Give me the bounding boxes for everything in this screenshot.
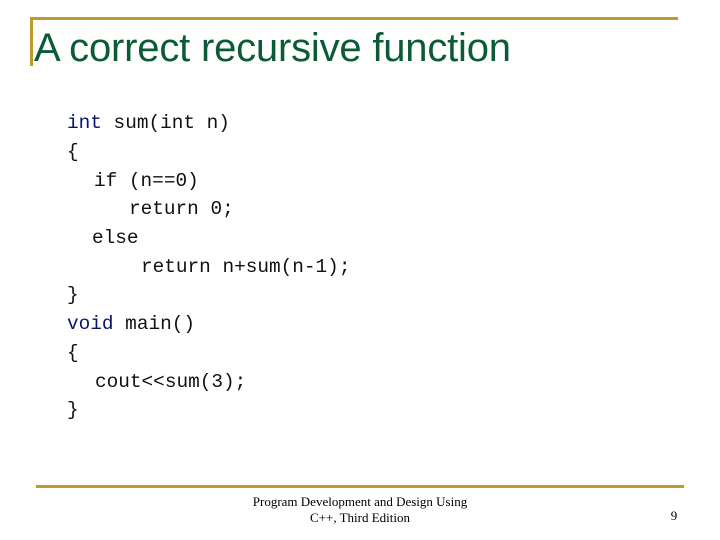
code-line: int sum(int n): [67, 110, 230, 136]
code-text: return n+sum(n-1);: [141, 256, 351, 278]
slide-title: A correct recursive function: [34, 26, 511, 70]
code-line: return n+sum(n-1);: [141, 254, 350, 280]
title-left-rule: [30, 17, 33, 66]
code-line: cout<<sum(3);: [95, 369, 246, 395]
code-line: {: [67, 340, 79, 366]
footer-rule: [36, 485, 684, 488]
code-line: else: [92, 225, 139, 251]
page-number: 9: [670, 508, 678, 523]
title-top-rule: [30, 17, 678, 20]
footer-line-1: Program Development and Design Using: [252, 494, 468, 509]
code-text: main(): [113, 313, 196, 335]
code-text: cout<<sum(3);: [95, 371, 247, 393]
code-line: }: [67, 282, 79, 308]
code-text: sum(int n): [101, 112, 230, 134]
code-text: }: [67, 399, 79, 421]
code-text: return 0;: [129, 198, 234, 220]
footer-line-2: C++, Third Edition: [309, 510, 410, 525]
code-line: if (n==0): [94, 168, 199, 194]
code-line: void main(): [67, 311, 195, 337]
code-line: return 0;: [129, 196, 234, 222]
code-text: {: [67, 141, 79, 163]
code-line: }: [67, 397, 79, 423]
code-line: {: [67, 139, 79, 165]
code-text: }: [67, 284, 79, 306]
code-keyword: int: [67, 112, 102, 134]
code-text: {: [67, 342, 79, 364]
code-keyword: void: [67, 313, 114, 335]
code-text: else: [92, 227, 139, 249]
footer-caption: Program Development and Design Using C++…: [240, 494, 480, 526]
code-text: if (n==0): [94, 170, 199, 192]
